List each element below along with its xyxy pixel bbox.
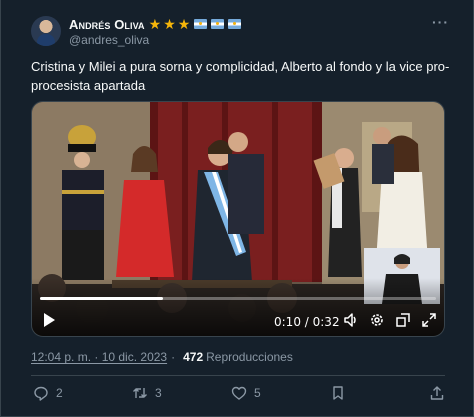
argentina-flag-icon	[228, 19, 242, 29]
reply-button[interactable]: 2	[33, 385, 63, 401]
more-options-icon[interactable]: ···	[432, 14, 449, 30]
argentina-flag-icon	[194, 19, 208, 29]
bookmark-icon	[333, 386, 343, 400]
views-count: 472	[183, 350, 204, 364]
video-progress-bar[interactable]	[40, 297, 436, 300]
video-player[interactable]: 0:10 / 0:32	[31, 101, 445, 337]
star-icon: ★	[148, 16, 162, 32]
video-duration: 0:32	[312, 315, 340, 329]
reply-icon	[34, 386, 48, 401]
play-icon[interactable]	[42, 312, 56, 333]
author-display-name[interactable]: Andrés Oliva	[69, 17, 145, 32]
reply-count: 2	[56, 386, 63, 400]
tweet-text: Cristina y Milei a pura sorna y complici…	[31, 59, 450, 93]
share-icon	[430, 386, 444, 400]
settings-gear-icon[interactable]	[369, 312, 385, 333]
tweet-meta: 12:04 p. m. · 10 dic. 2023 · 472 Reprodu…	[31, 350, 293, 364]
views-label: Reproducciones	[206, 350, 293, 364]
retweet-button[interactable]: 3	[132, 385, 162, 401]
divider	[31, 375, 445, 376]
like-count: 5	[254, 386, 261, 400]
retweet-icon	[133, 388, 147, 398]
argentina-flag-icon	[211, 19, 225, 29]
retweet-count: 3	[155, 386, 162, 400]
video-time: 0:10 / 0:32	[274, 315, 340, 329]
video-elapsed: 0:10	[274, 315, 301, 329]
heart-icon	[231, 386, 247, 400]
name-emojis: ★ ★ ★	[149, 17, 242, 31]
volume-icon[interactable]	[343, 312, 359, 333]
like-button[interactable]: 5	[231, 385, 261, 401]
author-name-row: Andrés Oliva ★ ★ ★	[69, 16, 242, 32]
fullscreen-icon[interactable]	[421, 312, 437, 333]
meta-separator: ·	[171, 350, 176, 364]
author-handle[interactable]: @andres_oliva	[69, 33, 149, 47]
picture-in-picture-icon[interactable]	[395, 312, 411, 333]
video-progress-fill	[40, 297, 163, 300]
tweet-card[interactable]: Andrés Oliva ★ ★ ★ @andres_oliva ··· Cri…	[0, 0, 474, 417]
bookmark-button[interactable]	[330, 385, 346, 401]
avatar[interactable]	[31, 16, 61, 46]
share-button[interactable]	[429, 385, 445, 401]
video-controls: 0:10 / 0:32	[32, 304, 444, 336]
video-frame	[32, 102, 444, 336]
star-icon: ★	[163, 16, 176, 32]
star-icon: ★	[177, 16, 191, 32]
action-bar: 2 3 5	[31, 385, 445, 405]
tweet-timestamp[interactable]: 12:04 p. m. · 10 dic. 2023	[31, 350, 167, 364]
